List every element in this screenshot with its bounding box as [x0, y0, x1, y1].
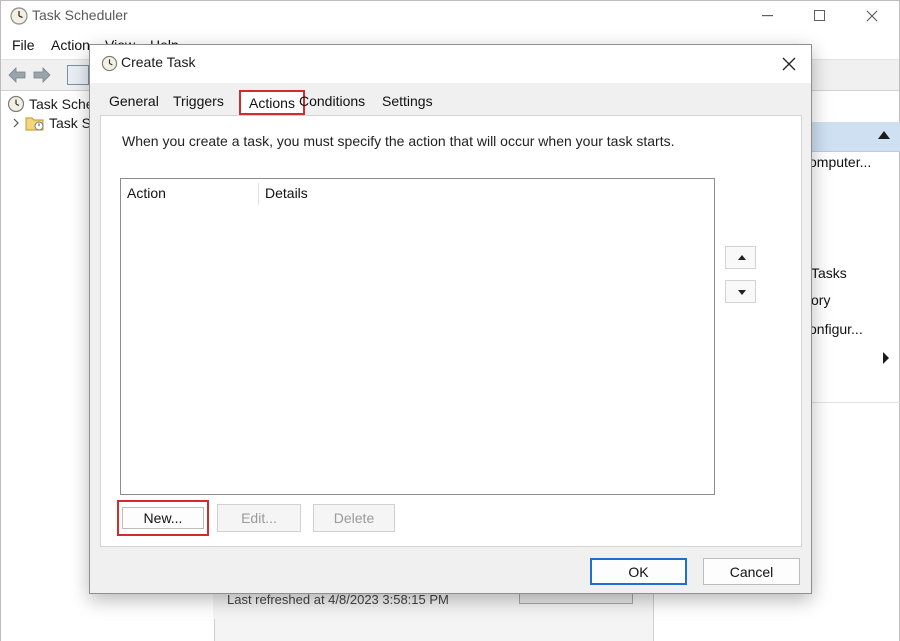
column-divider[interactable]	[258, 183, 259, 205]
arrow-down-icon	[738, 290, 746, 295]
status-area: Last refreshed at 4/8/2023 3:58:15 PM	[213, 591, 653, 619]
close-icon	[782, 57, 796, 71]
maximize-button[interactable]	[797, 3, 843, 29]
clock-icon	[7, 95, 25, 113]
action-history[interactable]: ory	[811, 292, 830, 308]
actions-tab-panel: When you create a task, you must specify…	[100, 115, 802, 547]
action-configure[interactable]: onfigur...	[809, 321, 863, 337]
close-window-button[interactable]	[849, 3, 895, 29]
menu-action[interactable]: Action	[51, 37, 90, 53]
move-down-button[interactable]	[725, 280, 756, 303]
edit-action-button[interactable]: Edit...	[217, 504, 301, 532]
actions-list[interactable]: Action Details	[120, 178, 715, 495]
status-text: Last refreshed at 4/8/2023 3:58:15 PM	[227, 592, 449, 607]
window-title: Task Scheduler	[32, 7, 128, 23]
column-header-action[interactable]: Action	[127, 185, 166, 201]
move-up-button[interactable]	[725, 246, 756, 269]
tab-settings[interactable]: Settings	[382, 93, 433, 109]
maximize-icon	[814, 10, 825, 21]
clock-icon	[10, 7, 28, 25]
tab-general[interactable]: General	[109, 93, 159, 109]
minimize-button[interactable]	[745, 3, 791, 29]
column-header-details[interactable]: Details	[265, 185, 308, 201]
new-action-button[interactable]: New...	[117, 500, 209, 536]
tree-item-root[interactable]: Task Sche	[7, 95, 94, 113]
create-task-dialog: Create Task General Triggers Actions Con…	[89, 44, 812, 594]
chevron-right-icon[interactable]	[11, 117, 21, 129]
forward-arrow-icon[interactable]	[32, 66, 52, 84]
dialog-close-button[interactable]	[777, 52, 801, 76]
close-icon	[866, 10, 878, 22]
window-titlebar: Task Scheduler	[1, 1, 899, 31]
folder-clock-icon	[25, 117, 44, 131]
clock-icon	[101, 55, 118, 72]
show-hide-console-tree-icon[interactable]	[67, 65, 89, 85]
menu-file[interactable]: File	[12, 37, 35, 53]
new-action-button-face: New...	[122, 507, 204, 529]
tree-item-label: Task Sche	[29, 96, 94, 112]
tab-strip: General Triggers Actions Conditions Sett…	[100, 90, 800, 116]
tab-triggers[interactable]: Triggers	[173, 93, 224, 109]
dialog-title: Create Task	[121, 54, 196, 70]
action-display-tasks[interactable]: Tasks	[811, 265, 847, 281]
tab-actions[interactable]: Actions	[239, 90, 305, 115]
ok-button[interactable]: OK	[590, 558, 687, 585]
actions-description: When you create a task, you must specify…	[122, 133, 675, 149]
collapse-up-icon[interactable]	[878, 131, 890, 139]
tree-item-library[interactable]: Task S	[11, 114, 91, 132]
arrow-up-icon	[738, 255, 746, 260]
delete-action-button[interactable]: Delete	[313, 504, 395, 532]
tree-item-label: Task S	[49, 115, 92, 131]
tab-conditions[interactable]: Conditions	[299, 93, 365, 109]
action-connect-computer[interactable]: omputer...	[809, 154, 871, 170]
submenu-arrow-icon[interactable]	[883, 352, 889, 364]
dialog-titlebar: Create Task	[90, 45, 811, 83]
minimize-icon	[762, 15, 773, 17]
cancel-button[interactable]: Cancel	[703, 558, 800, 585]
back-arrow-icon[interactable]	[7, 66, 27, 84]
